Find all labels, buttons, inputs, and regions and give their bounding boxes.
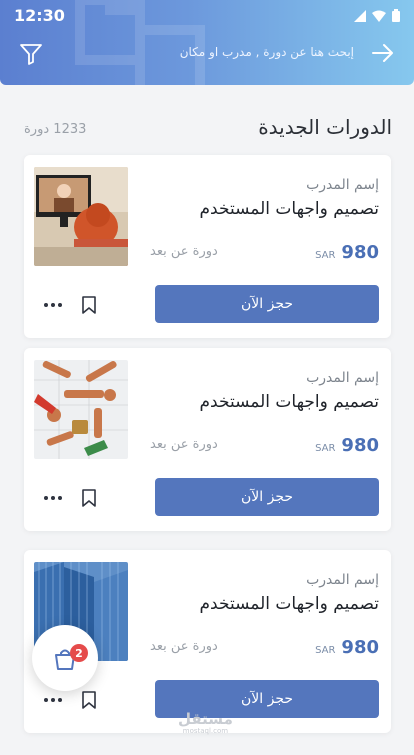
course-mode: دورة عن بعد (150, 244, 218, 259)
price-value: 980 (341, 435, 379, 456)
more-options-icon[interactable] (42, 693, 64, 707)
book-now-button[interactable]: حجز الآن (155, 285, 379, 323)
watermark-logo: مستقل mostaql.com (178, 712, 233, 735)
course-mode: دورة عن بعد (150, 437, 218, 452)
cart-button[interactable]: 2 (32, 625, 98, 691)
bookmark-icon[interactable] (80, 295, 98, 315)
trainer-name: إسم المدرب (306, 572, 379, 588)
price-currency: SAR (315, 645, 336, 656)
course-title[interactable]: تصميم واجهات المستخدم (200, 392, 379, 412)
filter-icon[interactable] (18, 41, 44, 67)
course-card[interactable]: إسم المدرب تصميم واجهات المستخدم 980 SAR… (24, 155, 391, 338)
watermark-text: مستقل (178, 710, 233, 728)
course-count: 1233 دورة (24, 122, 87, 137)
watermark-subtext: mostaql.com (182, 727, 229, 735)
course-card[interactable]: إسم المدرب تصميم واجهات المستخدم 980 SAR… (24, 348, 391, 531)
battery-icon (392, 9, 400, 22)
course-price: 980 SAR (315, 242, 379, 263)
bookmark-icon[interactable] (80, 488, 98, 508)
status-bar: 12:30 (0, 0, 414, 30)
price-value: 980 (341, 242, 379, 263)
wifi-icon (372, 10, 386, 22)
more-options-icon[interactable] (42, 298, 64, 312)
signal-icon (354, 9, 366, 22)
course-image-online-learning (34, 167, 128, 266)
course-mode: دورة عن بعد (150, 639, 218, 654)
price-currency: SAR (315, 250, 336, 261)
cart-badge: 2 (70, 644, 88, 662)
trainer-name: إسم المدرب (306, 370, 379, 386)
arrow-right-icon[interactable] (370, 40, 396, 66)
course-price: 980 SAR (315, 435, 379, 456)
course-title[interactable]: تصميم واجهات المستخدم (200, 199, 379, 219)
course-price: 980 SAR (315, 637, 379, 658)
course-title[interactable]: تصميم واجهات المستخدم (200, 594, 379, 614)
price-value: 980 (341, 637, 379, 658)
status-time: 12:30 (14, 6, 65, 25)
bookmark-icon[interactable] (80, 690, 98, 710)
more-options-icon[interactable] (42, 491, 64, 505)
search-input[interactable]: إبحث هنا عن دورة , مدرب او مكان (180, 45, 354, 59)
app-header: 12:30 إبحث هنا عن دورة , مدرب او مكان (0, 0, 414, 85)
book-now-button[interactable]: حجز الآن (155, 478, 379, 516)
section-title: الدورات الجديدة (258, 115, 392, 139)
course-image-plumbing (34, 360, 128, 459)
status-icons (354, 9, 400, 22)
price-currency: SAR (315, 443, 336, 454)
trainer-name: إسم المدرب (306, 177, 379, 193)
